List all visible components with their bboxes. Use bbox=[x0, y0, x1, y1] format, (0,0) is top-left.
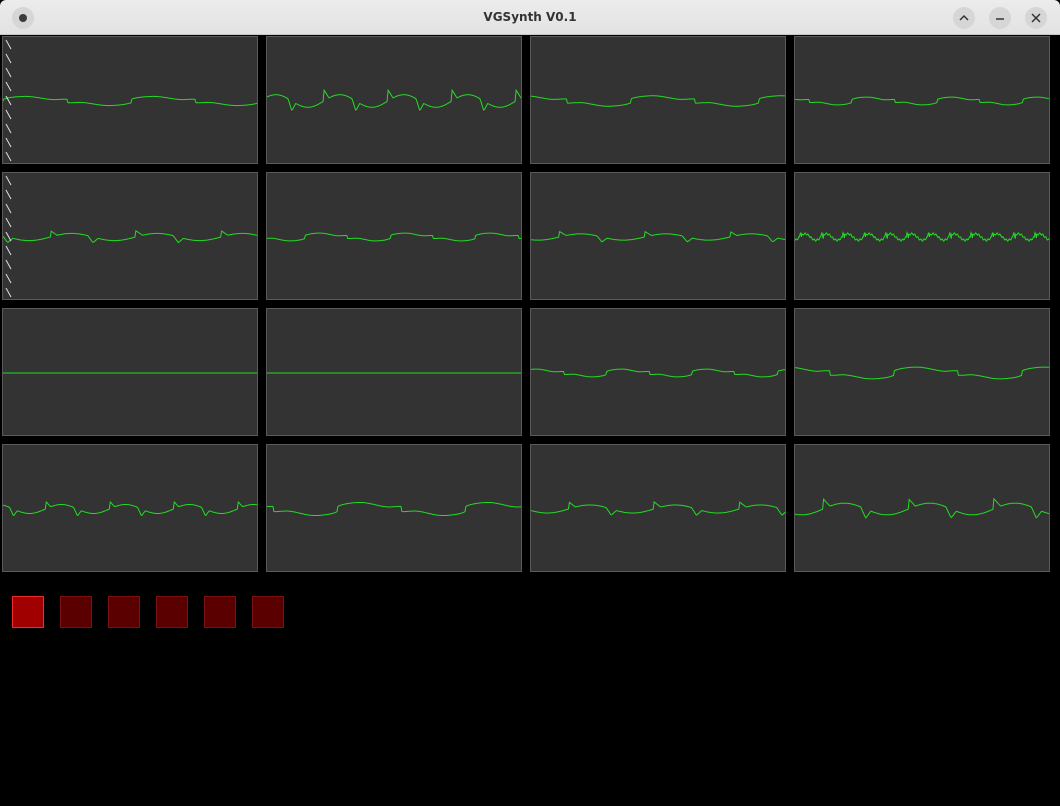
waveform-trace bbox=[3, 95, 257, 107]
waveform-panel-10[interactable] bbox=[266, 308, 522, 436]
edge-tick-mark bbox=[5, 81, 12, 92]
waveform-trace bbox=[267, 88, 521, 111]
waveform-display bbox=[267, 372, 521, 374]
minimize-icon bbox=[996, 18, 1004, 20]
waveform-trace bbox=[795, 230, 1049, 242]
waveform-display bbox=[531, 500, 785, 516]
edge-tick-mark bbox=[5, 53, 12, 64]
pad-button-2[interactable] bbox=[60, 596, 92, 628]
waveform-display bbox=[531, 368, 785, 378]
title-bar: VGSynth V0.1 bbox=[0, 0, 1060, 35]
waveform-panel-4[interactable] bbox=[794, 36, 1050, 164]
waveform-panel-5[interactable] bbox=[2, 172, 258, 300]
waveform-panel-12[interactable] bbox=[794, 308, 1050, 436]
waveform-display bbox=[3, 39, 257, 162]
waveform-panel-3[interactable] bbox=[530, 36, 786, 164]
edge-tick-mark bbox=[5, 39, 12, 50]
waveform-panel-1[interactable] bbox=[2, 36, 258, 164]
edge-tick-mark bbox=[5, 203, 12, 214]
edge-tick-mark bbox=[5, 123, 12, 134]
waveform-panel-15[interactable] bbox=[530, 444, 786, 572]
waveform-display bbox=[795, 230, 1049, 242]
waveform-trace bbox=[531, 230, 785, 243]
edge-tick-mark bbox=[5, 273, 12, 284]
waveform-display bbox=[531, 230, 785, 243]
pad-button-5[interactable] bbox=[204, 596, 236, 628]
waveform-panel-14[interactable] bbox=[266, 444, 522, 572]
waveform-trace bbox=[3, 500, 257, 517]
waveform-display bbox=[267, 88, 521, 111]
edge-tick-mark bbox=[5, 287, 12, 298]
waveform-trace bbox=[795, 497, 1049, 519]
waveform-display bbox=[531, 95, 785, 107]
waveform-display bbox=[795, 96, 1049, 106]
waveform-panel-6[interactable] bbox=[266, 172, 522, 300]
waveform-display bbox=[795, 497, 1049, 519]
pad-button-4[interactable] bbox=[156, 596, 188, 628]
waveform-panel-16[interactable] bbox=[794, 444, 1050, 572]
pad-button-3[interactable] bbox=[108, 596, 140, 628]
waveform-trace bbox=[267, 232, 521, 242]
waveform-panel-7[interactable] bbox=[530, 172, 786, 300]
waveform-panel-2[interactable] bbox=[266, 36, 522, 164]
waveform-trace bbox=[531, 500, 785, 516]
edge-tick-mark bbox=[5, 137, 12, 148]
waveform-display bbox=[795, 366, 1049, 380]
pad-button-1[interactable] bbox=[12, 596, 44, 628]
edge-tick-mark bbox=[5, 245, 12, 256]
edge-tick-mark bbox=[5, 67, 12, 78]
waveform-trace bbox=[531, 95, 785, 107]
waveform-display bbox=[3, 175, 257, 298]
edge-tick-mark bbox=[5, 175, 12, 186]
waveform-display bbox=[267, 232, 521, 242]
waveform-trace bbox=[795, 366, 1049, 380]
edge-tick-mark bbox=[5, 151, 12, 162]
window-title: VGSynth V0.1 bbox=[483, 10, 577, 24]
waveform-panel-11[interactable] bbox=[530, 308, 786, 436]
synth-canvas bbox=[0, 35, 1060, 806]
waveform-display bbox=[3, 500, 257, 517]
waveform-panel-9[interactable] bbox=[2, 308, 258, 436]
waveform-trace bbox=[267, 502, 521, 516]
edge-tick-mark bbox=[5, 109, 12, 120]
waveform-trace bbox=[531, 368, 785, 378]
minimize-button[interactable] bbox=[989, 7, 1011, 29]
edge-tick-mark bbox=[5, 189, 12, 200]
maximize-button[interactable] bbox=[953, 7, 975, 29]
waveform-trace bbox=[3, 229, 257, 244]
waveform-panel-8[interactable] bbox=[794, 172, 1050, 300]
pad-button-6[interactable] bbox=[252, 596, 284, 628]
waveform-display bbox=[267, 502, 521, 516]
close-icon bbox=[1031, 13, 1041, 23]
waveform-trace bbox=[795, 96, 1049, 106]
waveform-display bbox=[3, 372, 257, 374]
close-button[interactable] bbox=[1025, 7, 1047, 29]
chevron-up-icon bbox=[959, 14, 969, 21]
edge-tick-mark bbox=[5, 217, 12, 228]
edge-tick-mark bbox=[5, 259, 12, 270]
waveform-panel-13[interactable] bbox=[2, 444, 258, 572]
edge-tick-mark bbox=[5, 231, 12, 242]
